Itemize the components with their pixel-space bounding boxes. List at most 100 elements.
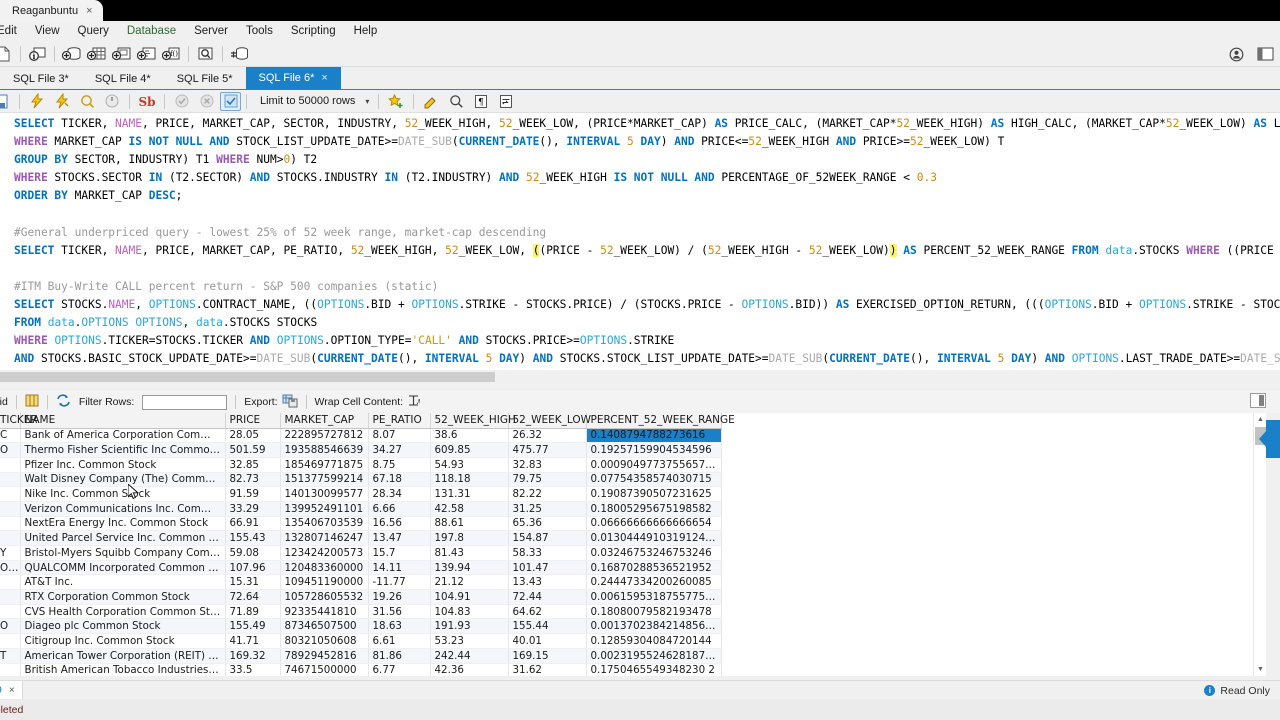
cell-price[interactable]: 501.59 bbox=[225, 442, 281, 458]
cell-pct-range[interactable]: 0.19257159904534596 bbox=[586, 442, 722, 458]
output-tab[interactable]: 9 × bbox=[0, 680, 23, 700]
cell-market-cap[interactable]: 92335441810 bbox=[280, 604, 369, 620]
tab-sql-file-3[interactable]: SQL File 3* bbox=[0, 69, 82, 89]
sidebar-panel-toggle-icon[interactable] bbox=[1250, 393, 1266, 408]
cell-ticker[interactable]: OM bbox=[0, 560, 21, 576]
cell-market-cap[interactable]: 105728605532 bbox=[280, 589, 369, 605]
cell-week-low[interactable]: 79.75 bbox=[508, 472, 587, 488]
sql-code[interactable]: SELECT TICKER, NAME, PRICE, MARKET_CAP, … bbox=[14, 115, 1280, 368]
cell-pct-range[interactable]: 0.0013702384214856497 bbox=[586, 618, 722, 635]
scroll-down-icon[interactable]: ▼ bbox=[1254, 663, 1267, 676]
cell-market-cap[interactable]: 74671500000 bbox=[280, 663, 369, 676]
table-row[interactable]: AT&T Inc. 15.31 109451190000 -11.77 21.12 13.… bbox=[0, 574, 722, 591]
hscrollbar-thumb[interactable] bbox=[0, 372, 495, 382]
cell-week-high[interactable]: 38.6 bbox=[430, 428, 509, 444]
cell-week-low[interactable]: 155.44 bbox=[508, 618, 587, 635]
results-vscrollbar[interactable]: ▲ ▼ bbox=[1253, 413, 1266, 676]
table-row[interactable]: Nike Inc. Common Stock 91.59 140130099577 2… bbox=[0, 486, 722, 502]
menu-help[interactable]: Help bbox=[345, 23, 387, 39]
cell-week-high[interactable]: 81.43 bbox=[430, 545, 509, 561]
cell-name[interactable]: United Parcel Service Inc. Common Stock bbox=[20, 530, 226, 546]
cell-week-high[interactable]: 104.83 bbox=[430, 604, 509, 620]
new-schema-icon[interactable] bbox=[60, 43, 83, 65]
table-row[interactable]: TAmerican Tower Corporation (REIT) Commo… bbox=[0, 648, 722, 664]
cell-market-cap[interactable]: 87346507500 bbox=[280, 618, 369, 635]
column-header-pe-ratio[interactable]: PE_RATIO bbox=[368, 413, 431, 429]
menu-database[interactable]: Database bbox=[118, 23, 185, 39]
new-function-icon[interactable]: f() bbox=[160, 43, 183, 65]
cell-pct-range[interactable]: 0.18080079582193478 bbox=[586, 604, 722, 620]
cell-ticker[interactable] bbox=[0, 457, 21, 473]
cell-ticker[interactable] bbox=[0, 501, 21, 517]
new-procedure-icon[interactable] bbox=[135, 43, 158, 65]
cell-week-low[interactable]: 13.43 bbox=[508, 574, 587, 591]
cell-name[interactable]: American Tower Corporation (REIT) Common… bbox=[20, 648, 226, 664]
cell-market-cap[interactable]: 80321050608 bbox=[280, 633, 369, 649]
cell-market-cap[interactable]: 222895727812 bbox=[280, 428, 369, 444]
cell-pct-range[interactable]: 0.006159531875577544 bbox=[586, 589, 722, 605]
cell-market-cap[interactable]: 151377599214 bbox=[280, 472, 369, 488]
cell-pct-range[interactable]: 0.18005295675198582 bbox=[586, 501, 722, 517]
cell-week-low[interactable]: 64.62 bbox=[508, 604, 587, 620]
cell-name[interactable]: RTX Corporation Common Stock bbox=[20, 589, 226, 605]
cell-price[interactable]: 41.71 bbox=[225, 633, 281, 649]
cell-pe-ratio[interactable]: -11.77 bbox=[368, 574, 431, 591]
cell-price[interactable]: 28.05 bbox=[225, 428, 281, 444]
cell-name[interactable]: Thermo Fisher Scientific Inc Common Stoc… bbox=[20, 442, 226, 458]
cell-week-high[interactable]: 191.93 bbox=[430, 618, 509, 635]
cell-week-high[interactable]: 21.12 bbox=[430, 574, 509, 591]
cell-name[interactable]: Verizon Communications Inc. Common Stock bbox=[20, 501, 226, 517]
cell-pct-range[interactable]: 0.24447334200260085 bbox=[586, 574, 722, 591]
favorite-icon[interactable] bbox=[384, 91, 408, 112]
rollback-icon[interactable] bbox=[195, 91, 219, 112]
cell-pct-range[interactable]: 0.16870288536521952 bbox=[586, 560, 722, 576]
cell-market-cap[interactable]: 132807146247 bbox=[280, 530, 369, 546]
cell-market-cap[interactable]: 139952491101 bbox=[280, 501, 369, 517]
cell-pe-ratio[interactable]: 16.56 bbox=[368, 516, 431, 532]
menu-edit[interactable]: Edit bbox=[0, 23, 26, 39]
cell-week-high[interactable]: 139.94 bbox=[430, 560, 509, 576]
cell-week-low[interactable]: 31.62 bbox=[508, 663, 587, 676]
table-row[interactable]: NextEra Energy Inc. Common Stock 66.91 135… bbox=[0, 516, 722, 532]
cell-price[interactable]: 82.73 bbox=[225, 472, 281, 488]
cell-ticker[interactable] bbox=[0, 516, 21, 532]
cell-week-high[interactable]: 54.93 bbox=[430, 457, 509, 473]
column-header-52-week-low[interactable]: 52_WEEK_LOW bbox=[508, 413, 591, 429]
cell-pct-range[interactable]: 0.12859304084720144 bbox=[586, 633, 722, 649]
tab-sql-file-5[interactable]: SQL File 5* bbox=[164, 69, 246, 89]
cell-pe-ratio[interactable]: 81.86 bbox=[368, 648, 431, 664]
side-panel-tab[interactable] bbox=[1259, 420, 1280, 458]
row-limit-selector[interactable]: Limit to 50000 rows ▾ bbox=[252, 95, 373, 107]
cell-ticker[interactable] bbox=[0, 472, 21, 488]
table-row[interactable]: Walt Disney Company (The) Common Stock82… bbox=[0, 472, 722, 488]
cell-pe-ratio[interactable]: 19.26 bbox=[368, 589, 431, 605]
cell-pe-ratio[interactable]: 15.7 bbox=[368, 545, 431, 561]
cell-market-cap[interactable]: 185469771875 bbox=[280, 457, 369, 473]
cell-pct-range[interactable]: 0.19087390507231625 bbox=[586, 486, 722, 502]
cell-name[interactable]: QUALCOMM Incorporated Common Stock bbox=[20, 560, 226, 576]
column-header-price[interactable]: PRICE bbox=[225, 413, 281, 429]
cell-price[interactable]: 66.91 bbox=[225, 516, 281, 532]
beautify-icon[interactable] bbox=[419, 91, 443, 112]
cell-name[interactable]: Bristol-Myers Squibb Company Common Stoc… bbox=[20, 545, 226, 561]
stop-icon[interactable] bbox=[100, 91, 124, 112]
tab-sql-file-6[interactable]: SQL File 6* × bbox=[245, 67, 341, 89]
menu-scripting[interactable]: Scripting bbox=[282, 23, 345, 39]
cell-week-high[interactable]: 609.85 bbox=[430, 442, 509, 458]
cell-week-low[interactable]: 58.33 bbox=[508, 545, 587, 561]
cell-ticker[interactable] bbox=[0, 574, 21, 591]
new-table-icon[interactable] bbox=[85, 43, 108, 65]
cell-ticker[interactable]: O bbox=[0, 618, 21, 635]
cell-week-low[interactable]: 65.36 bbox=[508, 516, 587, 532]
cell-pct-range[interactable]: 0.002319552462818768 bbox=[586, 648, 722, 664]
tab-sql-file-4[interactable]: SQL File 4* bbox=[82, 69, 164, 89]
grid-view-icon[interactable] bbox=[25, 394, 39, 410]
cell-week-low[interactable]: 40.01 bbox=[508, 633, 587, 649]
sql-editor[interactable]: SELECT TICKER, NAME, PRICE, MARKET_CAP, … bbox=[0, 113, 1280, 370]
toggle-breakpoint-icon[interactable]: Sb bbox=[135, 91, 159, 112]
chevron-down-icon[interactable]: ▾ bbox=[365, 97, 369, 106]
query-database-icon[interactable] bbox=[228, 43, 251, 65]
menu-tools[interactable]: Tools bbox=[237, 23, 282, 39]
connect-db-icon[interactable]: i bbox=[26, 43, 49, 65]
editor-hscrollbar[interactable] bbox=[0, 370, 1280, 384]
